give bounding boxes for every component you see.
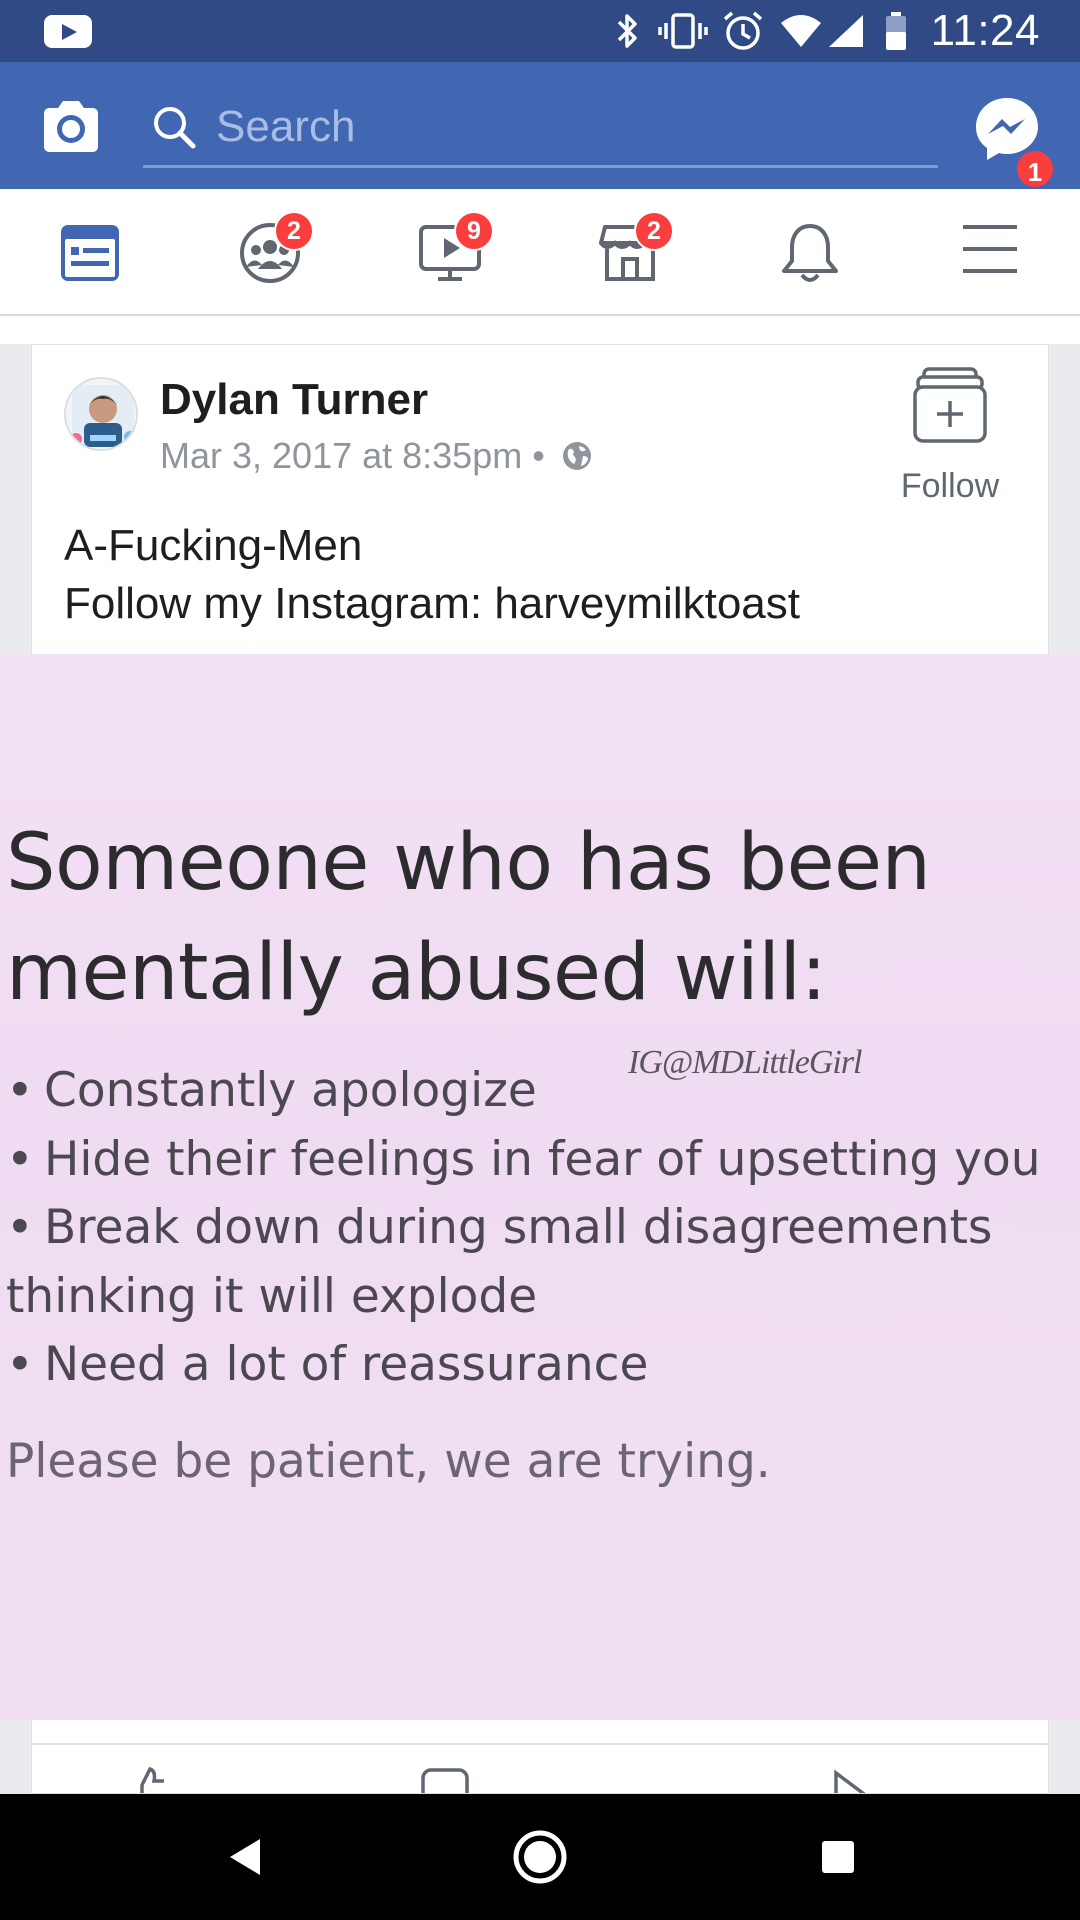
camera-icon[interactable] <box>40 98 102 154</box>
previous-post-edge <box>0 316 1080 344</box>
image-list-item: • Break down during small disagreements <box>6 1194 1041 1263</box>
post-image[interactable]: Someone who has been mentally abused wil… <box>0 654 1080 1720</box>
search-placeholder: Search <box>216 102 356 151</box>
avatar-image <box>66 379 136 449</box>
image-heading: Someone who has been mentally abused wil… <box>6 808 931 1028</box>
list-item-text: Break down during small disagreements <box>44 1200 993 1255</box>
post-timestamp[interactable]: Mar 3, 2017 at 8:35pm <box>160 435 522 476</box>
image-list-item: • Need a lot of reassurance <box>6 1331 1041 1400</box>
meta-separator: • <box>532 435 545 476</box>
alarm-icon <box>723 11 762 50</box>
follow-label: Follow <box>900 467 1000 505</box>
tab-watch[interactable] <box>360 189 540 314</box>
post-meta: Mar 3, 2017 at 8:35pm • <box>160 435 593 477</box>
wifi-icon <box>780 15 821 47</box>
groups-badge: 2 <box>274 211 314 251</box>
youtube-app-icon <box>44 15 92 48</box>
image-list-item: • Constantly apologize <box>6 1057 1041 1126</box>
list-item-text: thinking it will explode <box>6 1268 538 1324</box>
post-actions-bar <box>31 1744 1049 1794</box>
status-icons: 11:24 <box>611 0 1040 62</box>
globe-icon <box>562 442 591 470</box>
author-name[interactable]: Dylan Turner <box>160 375 428 425</box>
comment-icon[interactable] <box>420 1767 470 1794</box>
battery-icon <box>885 12 906 50</box>
list-bullet: • <box>6 1063 34 1118</box>
image-heading-line: Someone who has been <box>6 818 931 908</box>
news-feed: Dylan Turner Mar 3, 2017 at 8:35pm • Fol… <box>0 316 1080 1794</box>
list-item-text: Constantly apologize <box>44 1063 537 1118</box>
image-list-item: • Hide their feelings in fear of upsettin… <box>6 1126 1041 1195</box>
tab-marketplace[interactable] <box>540 189 720 314</box>
tab-bar: 2 9 2 <box>0 189 1080 316</box>
bell-icon <box>782 224 838 282</box>
image-list: • Constantly apologize • Hide their feelin… <box>6 1057 1041 1400</box>
follow-button[interactable]: Follow <box>890 365 1010 505</box>
tab-notifications[interactable] <box>720 189 900 314</box>
clock: 11:24 <box>930 6 1040 55</box>
image-list-item: thinking it will explode <box>0 1263 1041 1332</box>
marketplace-badge: 2 <box>634 211 674 251</box>
news-feed-icon <box>61 225 119 281</box>
list-bullet: • <box>6 1337 34 1392</box>
hamburger-menu-icon <box>963 225 1017 273</box>
list-item-text: Hide their feelings in fear of upsetting… <box>44 1131 1041 1187</box>
system-nav-bar <box>0 1794 1080 1920</box>
back-icon[interactable] <box>216 1827 276 1887</box>
image-heading-line: mentally abused will: <box>6 928 827 1018</box>
watch-badge: 9 <box>454 211 494 251</box>
post-text-line: Follow my Instagram: harveymilktoast <box>64 579 800 628</box>
messenger-badge: 1 <box>1014 148 1056 190</box>
list-bullet: • <box>6 1200 34 1255</box>
status-bar: 11:24 <box>0 0 1080 62</box>
post-text-line: A-Fucking-Men <box>64 521 363 570</box>
search-header: Search 1 <box>0 62 1080 190</box>
bluetooth-icon <box>617 14 637 48</box>
post-text: A-Fucking-Men Follow my Instagram: harve… <box>64 517 1024 633</box>
like-icon[interactable] <box>128 1767 168 1794</box>
share-icon[interactable] <box>832 1767 872 1794</box>
signal-icon <box>828 15 863 47</box>
image-footer: Please be patient, we are trying. <box>6 1434 771 1489</box>
vibrate-icon <box>657 13 708 49</box>
list-bullet: • <box>6 1131 34 1187</box>
follow-icon <box>913 367 987 443</box>
search-input[interactable]: Search <box>143 92 938 168</box>
tab-menu[interactable] <box>900 189 1080 314</box>
tab-groups[interactable] <box>180 189 360 314</box>
list-item-text: Need a lot of reassurance <box>44 1337 649 1392</box>
search-icon <box>154 107 196 149</box>
recents-icon[interactable] <box>808 1827 868 1887</box>
avatar[interactable] <box>64 377 138 451</box>
home-icon[interactable] <box>510 1827 570 1887</box>
tab-news-feed[interactable] <box>0 189 180 314</box>
